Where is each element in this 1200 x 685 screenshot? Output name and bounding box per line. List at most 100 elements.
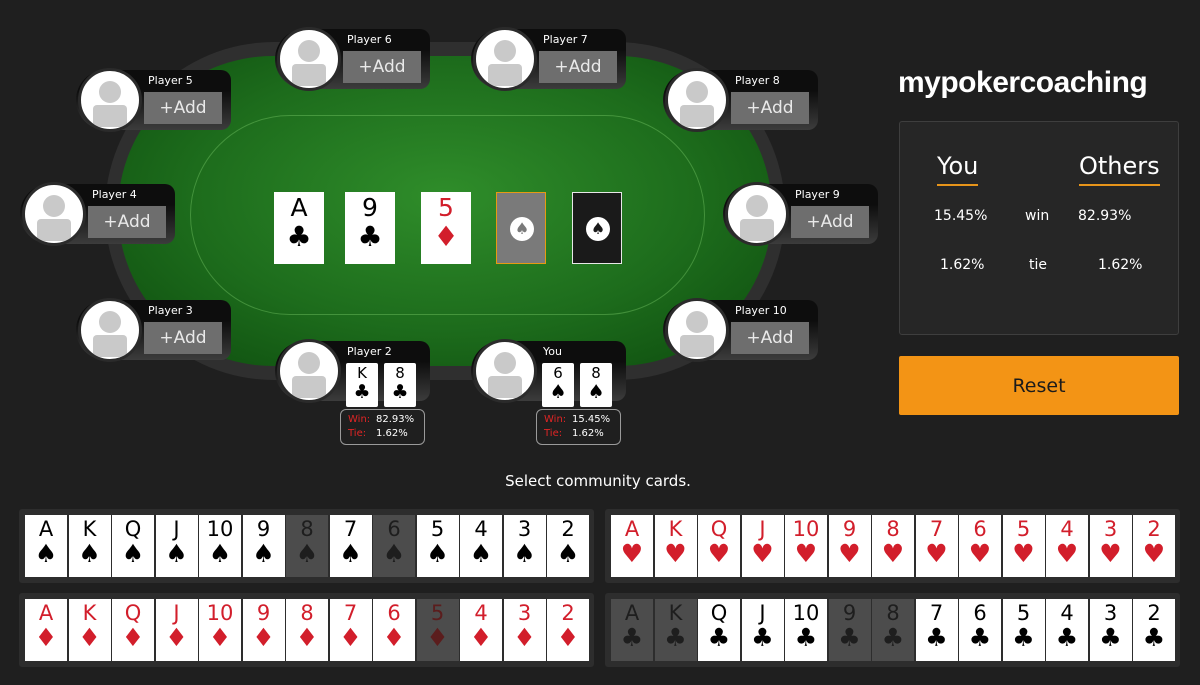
diamond-icon: ♦ <box>295 623 319 652</box>
spade-icon: ♠ <box>587 381 605 403</box>
deck-card-10-hearts[interactable]: 10 ♥ <box>785 515 827 577</box>
deck-card-7-diamonds[interactable]: 7 ♦ <box>329 599 372 661</box>
deck-card-K-spades[interactable]: K ♠ <box>68 515 111 577</box>
board-card-2[interactable]: 9 ♣ <box>345 192 395 264</box>
deck-card-2-diamonds[interactable]: 2 ♦ <box>547 599 589 661</box>
add-player-5-button[interactable]: +Add <box>144 92 222 124</box>
add-player-8-button[interactable]: +Add <box>731 92 809 124</box>
deck-card-2-hearts[interactable]: 2 ♥ <box>1133 515 1175 577</box>
deck-card-5-diamonds[interactable]: 5 ♦ <box>416 599 459 661</box>
seat-player-4: Player 4 +Add <box>20 182 175 246</box>
deck-card-J-clubs[interactable]: J ♣ <box>741 599 784 661</box>
deck-card-10-spades[interactable]: 10 ♠ <box>199 515 241 577</box>
board-card-3[interactable]: 5 ♦ <box>421 192 471 264</box>
deck-card-6-spades[interactable]: 6 ♠ <box>373 515 415 577</box>
board-card-1[interactable]: A ♣ <box>274 192 324 264</box>
deck-card-10-clubs[interactable]: 10 ♣ <box>785 599 827 661</box>
card-rank: 10 <box>792 601 820 625</box>
heart-icon: ♥ <box>664 539 687 568</box>
card-rank: 3 <box>1103 601 1118 625</box>
others-header: Others <box>1079 152 1160 186</box>
hole-card[interactable]: 6 ♠ <box>542 363 574 407</box>
deck-card-Q-hearts[interactable]: Q ♥ <box>698 515 740 577</box>
deck-card-10-diamonds[interactable]: 10 ♦ <box>199 599 241 661</box>
deck-card-2-clubs[interactable]: 2 ♣ <box>1133 599 1175 661</box>
deck-card-J-diamonds[interactable]: J ♦ <box>155 599 198 661</box>
board-card-5-slot[interactable]: ♠ <box>572 192 622 264</box>
deck-card-6-diamonds[interactable]: 6 ♦ <box>373 599 415 661</box>
heart-icon: ♥ <box>925 539 948 568</box>
card-rank: 3 <box>517 601 532 625</box>
deck-card-A-hearts[interactable]: A ♥ <box>611 515 653 577</box>
deck-card-J-spades[interactable]: J ♠ <box>155 515 198 577</box>
deck-card-4-hearts[interactable]: 4 ♥ <box>1046 515 1088 577</box>
add-player-3-button[interactable]: +Add <box>144 322 222 354</box>
club-icon: ♣ <box>1055 623 1079 652</box>
card-rank: 2 <box>1147 517 1161 541</box>
hole-card[interactable]: 8 ♠ <box>580 363 612 407</box>
deck-card-5-hearts[interactable]: 5 ♥ <box>1002 515 1045 577</box>
deck-card-A-diamonds[interactable]: A ♦ <box>25 599 67 661</box>
deck-card-4-clubs[interactable]: 4 ♣ <box>1046 599 1088 661</box>
club-icon: ♣ <box>838 623 861 652</box>
deck-card-K-hearts[interactable]: K ♥ <box>654 515 697 577</box>
diamond-icon: ♦ <box>208 623 232 652</box>
seat-player-2: Player 2 K ♣ 8 ♣ <box>275 339 430 407</box>
deck-card-Q-clubs[interactable]: Q ♣ <box>698 599 740 661</box>
deck-card-6-clubs[interactable]: 6 ♣ <box>959 599 1001 661</box>
seat-name: Player 4 <box>92 188 137 201</box>
deck-card-A-clubs[interactable]: A ♣ <box>611 599 653 661</box>
deck-card-K-diamonds[interactable]: K ♦ <box>68 599 111 661</box>
heart-icon: ♥ <box>881 539 905 568</box>
deck-card-5-spades[interactable]: 5 ♠ <box>416 515 459 577</box>
card-rank: 10 <box>206 517 234 541</box>
card-rank: J <box>173 601 180 625</box>
deck-card-9-spades[interactable]: 9 ♠ <box>242 515 285 577</box>
spade-icon: ♠ <box>165 539 188 568</box>
deck-card-8-diamonds[interactable]: 8 ♦ <box>286 599 328 661</box>
card-rank: 5 <box>430 601 445 625</box>
deck-card-7-spades[interactable]: 7 ♠ <box>329 515 372 577</box>
card-rank: A <box>624 517 640 541</box>
deck-card-Q-spades[interactable]: Q ♠ <box>112 515 154 577</box>
card-rank: 5 <box>1016 517 1031 541</box>
seat-name: Player 6 <box>347 33 392 46</box>
deck-card-4-diamonds[interactable]: 4 ♦ <box>460 599 502 661</box>
deck-card-3-spades[interactable]: 3 ♠ <box>503 515 546 577</box>
deck-card-2-spades[interactable]: 2 ♠ <box>547 515 589 577</box>
add-player-10-button[interactable]: +Add <box>731 322 809 354</box>
deck-card-8-hearts[interactable]: 8 ♥ <box>872 515 914 577</box>
club-icon: ♣ <box>1099 623 1122 652</box>
add-player-4-button[interactable]: +Add <box>88 206 166 238</box>
seat-you: You 6 ♠ 8 ♠ <box>471 339 626 407</box>
deck-card-3-clubs[interactable]: 3 ♣ <box>1089 599 1132 661</box>
card-rank: 7 <box>343 517 358 541</box>
deck-card-J-hearts[interactable]: J ♥ <box>741 515 784 577</box>
deck-card-5-clubs[interactable]: 5 ♣ <box>1002 599 1045 661</box>
board-card-4-slot[interactable]: ♠ <box>496 192 546 264</box>
win-label: win <box>1025 208 1050 224</box>
deck-card-9-clubs[interactable]: 9 ♣ <box>828 599 871 661</box>
deck-card-3-diamonds[interactable]: 3 ♦ <box>503 599 546 661</box>
deck-card-A-spades[interactable]: A ♠ <box>25 515 67 577</box>
deck-card-7-clubs[interactable]: 7 ♣ <box>915 599 958 661</box>
club-icon: ♣ <box>664 623 687 652</box>
deck-card-4-spades[interactable]: 4 ♠ <box>460 515 502 577</box>
add-player-7-button[interactable]: +Add <box>539 51 617 83</box>
add-player-9-button[interactable]: +Add <box>791 206 869 238</box>
deck-card-8-clubs[interactable]: 8 ♣ <box>872 599 914 661</box>
deck-card-K-clubs[interactable]: K ♣ <box>654 599 697 661</box>
deck-card-7-hearts[interactable]: 7 ♥ <box>915 515 958 577</box>
deck-card-9-diamonds[interactable]: 9 ♦ <box>242 599 285 661</box>
add-player-6-button[interactable]: +Add <box>343 51 421 83</box>
deck-card-6-hearts[interactable]: 6 ♥ <box>959 515 1001 577</box>
reset-button[interactable]: Reset <box>899 356 1179 415</box>
hole-card[interactable]: 8 ♣ <box>384 363 416 407</box>
deck-card-9-hearts[interactable]: 9 ♥ <box>828 515 871 577</box>
deck-card-3-hearts[interactable]: 3 ♥ <box>1089 515 1132 577</box>
deck-card-Q-diamonds[interactable]: Q ♦ <box>112 599 154 661</box>
hole-card[interactable]: K ♣ <box>346 363 378 407</box>
you-tie-value: 1.62% <box>940 257 985 273</box>
deck-card-8-spades[interactable]: 8 ♠ <box>286 515 328 577</box>
card-rank: Q <box>710 601 728 625</box>
